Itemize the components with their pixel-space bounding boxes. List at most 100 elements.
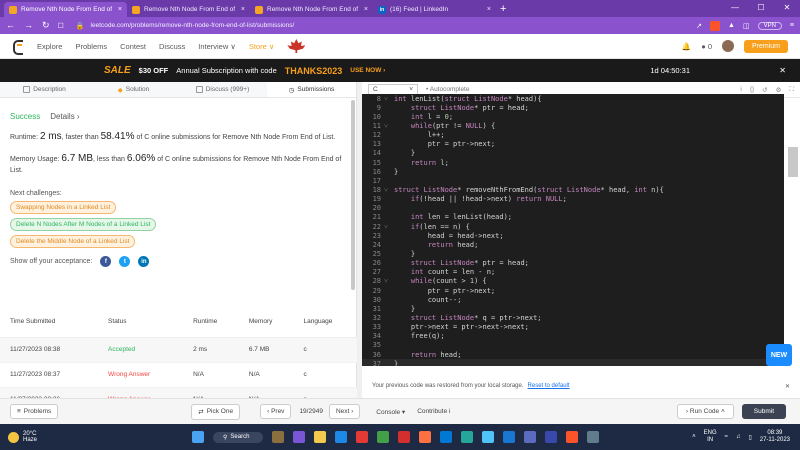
app-icon[interactable] <box>587 431 599 443</box>
code-line[interactable]: 29 ptr = ptr->next; <box>362 286 784 295</box>
maximize-icon[interactable]: ☐ <box>748 0 774 16</box>
code-line[interactable]: 15 return l; <box>362 158 784 167</box>
browser-tab[interactable]: in (16) Feed | LinkedIn × <box>373 2 496 17</box>
code-line[interactable]: 23 head = head->next; <box>362 231 784 240</box>
fold-icon[interactable] <box>384 232 394 240</box>
fold-icon[interactable] <box>384 213 394 221</box>
notification-count[interactable]: ● 0 <box>701 42 712 51</box>
next-button[interactable]: Next › <box>328 404 361 419</box>
fold-icon[interactable] <box>384 204 394 212</box>
code-line[interactable]: 27 int count = len - n; <box>362 268 784 277</box>
clock[interactable]: 08:39 27-11-2023 <box>760 430 790 444</box>
vscode-icon[interactable] <box>503 431 515 443</box>
code-line[interactable]: 14 } <box>362 149 784 158</box>
code-line[interactable]: 30 count--; <box>362 295 784 304</box>
sidebar-icon[interactable]: ◫ <box>743 22 750 30</box>
settings-icon[interactable]: ⚙ <box>776 86 782 94</box>
fullscreen-icon[interactable]: ⛶ <box>789 86 794 94</box>
editor-scrollbar[interactable] <box>788 147 798 177</box>
language-indicator[interactable]: ENG IN <box>704 430 717 444</box>
challenge-chip[interactable]: Swapping Nodes in a Linked List <box>10 201 117 214</box>
left-scrollbar[interactable] <box>351 100 355 290</box>
mcafee-icon[interactable] <box>398 431 410 443</box>
code-line[interactable]: 20 <box>362 204 784 213</box>
file-explorer-icon[interactable] <box>314 431 326 443</box>
bell-icon[interactable]: 🔔 <box>682 42 691 51</box>
challenge-chip[interactable]: Delete N Nodes After M Nodes of a Linked… <box>10 218 157 231</box>
code-line[interactable]: 31 } <box>362 304 784 313</box>
info-icon[interactable]: i <box>740 86 741 94</box>
nav-discuss[interactable]: Discuss <box>159 42 185 51</box>
nav-problems[interactable]: Problems <box>75 42 107 51</box>
fold-icon[interactable] <box>384 195 394 203</box>
code-line[interactable]: 12 l++; <box>362 131 784 140</box>
fold-icon[interactable]: ˅ <box>384 122 394 130</box>
details-link[interactable]: Details › <box>50 112 79 121</box>
taskbar-search[interactable]: ⚲ Search <box>213 431 263 443</box>
bookmark-icon[interactable]: ☐ <box>58 22 64 30</box>
close-icon[interactable]: ✕ <box>779 66 786 75</box>
fold-icon[interactable] <box>384 259 394 267</box>
code-line[interactable]: 22 ˅ if(len == n) { <box>362 222 784 231</box>
code-line[interactable]: 21 int len = lenList(head); <box>362 213 784 222</box>
fold-icon[interactable] <box>384 168 394 176</box>
fold-icon[interactable] <box>384 360 394 366</box>
close-tab-icon[interactable]: × <box>487 6 491 13</box>
whatsapp-icon[interactable] <box>461 431 473 443</box>
new-badge-button[interactable]: NEW <box>766 344 792 366</box>
premium-button[interactable]: Premium <box>743 39 788 53</box>
fold-icon[interactable]: ˅ <box>384 186 394 194</box>
menu-icon[interactable]: ≡ <box>790 22 794 29</box>
tab-discuss[interactable]: Discuss (999+) <box>178 82 267 97</box>
fold-icon[interactable] <box>384 104 394 112</box>
fold-icon[interactable] <box>384 149 394 157</box>
fold-icon[interactable]: ˅ <box>384 223 394 231</box>
new-tab-icon[interactable]: + <box>500 2 506 17</box>
use-now-link[interactable]: USE NOW › <box>350 67 385 74</box>
tab-submissions[interactable]: ◷ Submissions <box>267 82 356 97</box>
code-line[interactable]: 34 free(q); <box>362 332 784 341</box>
code-line[interactable]: 35 <box>362 341 784 350</box>
vpn-button[interactable]: VPN <box>757 21 782 30</box>
fold-icon[interactable] <box>384 113 394 121</box>
chevron-up-icon[interactable]: ˄ <box>692 434 696 440</box>
avatar[interactable] <box>721 40 734 52</box>
battery-icon[interactable]: ▯ <box>748 434 751 441</box>
task-view-icon[interactable] <box>272 431 284 443</box>
fold-icon[interactable] <box>384 140 394 148</box>
nav-interview[interactable]: Interview ∨ <box>198 42 236 51</box>
fold-icon[interactable]: ˅ <box>384 277 394 285</box>
code-line[interactable]: 16 } <box>362 167 784 176</box>
autocomplete-toggle[interactable]: • Autocomplete <box>426 86 469 93</box>
windows-start-icon[interactable] <box>192 431 204 443</box>
code-line[interactable]: 33 ptr->next = ptr->next->next; <box>362 323 784 332</box>
code-line[interactable]: 17 <box>362 176 784 185</box>
braces-icon[interactable]: {} <box>750 86 754 94</box>
pick-one-button[interactable]: ⇄ Pick One <box>191 403 241 420</box>
nav-store[interactable]: Store ∨ <box>249 42 275 51</box>
fold-icon[interactable] <box>384 305 394 313</box>
fold-icon[interactable] <box>384 314 394 322</box>
photos-icon[interactable] <box>482 431 494 443</box>
fold-icon[interactable] <box>384 341 394 349</box>
contribute-button[interactable]: Contribute i <box>417 408 450 415</box>
tab-description[interactable]: Description <box>0 82 89 97</box>
code-line[interactable]: 19 if(!head || !head->next) return NULL; <box>362 195 784 204</box>
fold-icon[interactable] <box>384 296 394 304</box>
speaker-icon[interactable]: ♫ <box>736 434 741 440</box>
leetcode-logo[interactable] <box>12 39 24 55</box>
fold-icon[interactable] <box>384 287 394 295</box>
challenge-chip[interactable]: Delete the Middle Node of a Linked List <box>10 235 136 248</box>
firefox-icon[interactable] <box>419 431 431 443</box>
url-field[interactable]: 🔒 leetcode.com/problems/remove-nth-node-… <box>72 22 688 30</box>
browser-tab[interactable]: Remove Nth Node From End of List - × <box>250 2 373 17</box>
close-tab-icon[interactable]: × <box>364 6 368 13</box>
linkedin-icon[interactable]: in <box>138 256 150 267</box>
fold-icon[interactable] <box>384 159 394 167</box>
code-line[interactable]: 37 } <box>362 359 784 366</box>
fold-icon[interactable] <box>384 177 394 185</box>
weather-widget[interactable]: 20°C Haze <box>0 431 180 443</box>
code-line[interactable]: 10 int l = 0; <box>362 112 784 121</box>
close-tab-icon[interactable]: × <box>241 6 245 13</box>
brave-shield-icon[interactable] <box>710 20 720 31</box>
